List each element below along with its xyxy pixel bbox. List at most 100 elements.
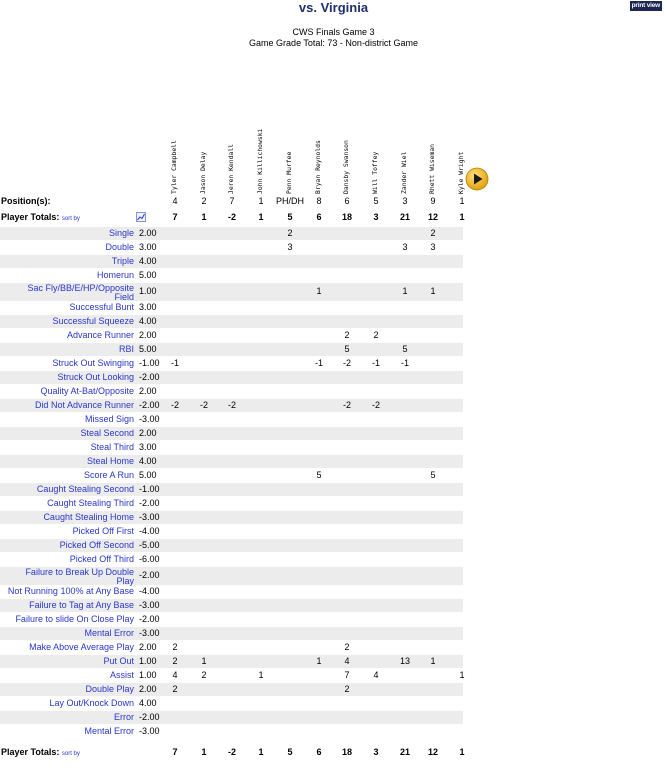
- stat-row: Mental Error -3.00: [0, 627, 463, 640]
- stat-label[interactable]: Picked Off Third: [70, 553, 134, 566]
- stat-label[interactable]: Mental Error: [84, 725, 134, 738]
- player-cell: -1: [371, 358, 380, 368]
- stat-weight: 4.00: [139, 456, 157, 466]
- stat-label[interactable]: RBI: [119, 343, 134, 356]
- play-icon[interactable]: [465, 167, 489, 191]
- sort-by-link[interactable]: sort by: [62, 216, 80, 222]
- stat-label[interactable]: Score A Run: [84, 469, 134, 482]
- stat-label[interactable]: Successful Squeeze: [52, 315, 134, 328]
- player-name[interactable]: Tyler Campbell: [170, 140, 178, 194]
- stat-label[interactable]: Picked Off First: [73, 525, 134, 538]
- player-cell: 13: [399, 656, 410, 666]
- stat-weight: -1.00: [139, 484, 160, 494]
- stat-row: Successful Bunt 3.00: [0, 301, 463, 314]
- player-cell: 5: [373, 196, 379, 206]
- player-header[interactable]: Zander Wiel: [391, 128, 417, 194]
- stat-label[interactable]: Missed Sign: [85, 413, 134, 426]
- player-name[interactable]: John Killichowski: [256, 129, 264, 194]
- stat-label[interactable]: Caught Stealing Second: [37, 483, 134, 496]
- player-header[interactable]: Penn Murfee: [276, 128, 302, 194]
- player-cell: 1: [258, 196, 264, 206]
- stat-label[interactable]: Steal Home: [87, 455, 134, 468]
- player-cell: 8: [316, 196, 322, 206]
- stat-label[interactable]: Quality At-Bat/Opposite: [40, 385, 134, 398]
- player-cell: 1: [201, 212, 207, 222]
- player-name[interactable]: Rhett Wiseman: [428, 144, 436, 194]
- stat-row: Assist 1.00 4 2 1 7 4 1: [0, 669, 465, 682]
- player-header[interactable]: Jeren Kendall: [218, 128, 244, 194]
- stat-label[interactable]: Error: [114, 711, 134, 724]
- player-cell: 1: [201, 656, 207, 666]
- stat-row: Double 3.00 3 3 3: [0, 241, 463, 254]
- player-cell: 3: [402, 242, 408, 252]
- stat-label[interactable]: Assist: [110, 669, 134, 682]
- totals-label-text: Player Totals:: [1, 747, 60, 757]
- print-view-button[interactable]: print view: [629, 1, 662, 11]
- player-cell: 1: [316, 656, 322, 666]
- stat-label[interactable]: Double Play: [85, 683, 134, 696]
- stat-label[interactable]: Triple: [112, 255, 134, 268]
- player-cell: 12: [427, 212, 438, 222]
- player-cell: 4: [344, 656, 350, 666]
- stat-label[interactable]: Homerun: [97, 269, 134, 282]
- stat-row: Failure to Tag at Any Base -3.00: [0, 599, 463, 612]
- player-name[interactable]: Will Toffey: [371, 152, 379, 194]
- player-cell: 1: [258, 670, 264, 680]
- player-cell: -2: [342, 400, 351, 410]
- player-name[interactable]: Kyle Wright: [457, 152, 465, 194]
- stat-label[interactable]: Struck Out Swinging: [52, 357, 134, 370]
- player-cell: 7: [229, 196, 235, 206]
- player-cell: 1: [459, 196, 465, 206]
- stat-label[interactable]: Struck Out Looking: [57, 371, 134, 384]
- stat-label[interactable]: Put Out: [103, 655, 134, 668]
- stat-weight: 5.00: [139, 470, 157, 480]
- stat-label[interactable]: Mental Error: [84, 627, 134, 640]
- player-cell: 2: [344, 684, 350, 694]
- stat-row: Error -2.00: [0, 711, 463, 724]
- chart-icon[interactable]: [136, 212, 146, 222]
- stat-label[interactable]: Advance Runner: [67, 329, 134, 342]
- player-cell: 7: [344, 670, 350, 680]
- player-header[interactable]: Tyler Campbell: [161, 128, 187, 194]
- stat-label[interactable]: Caught Stealing Home: [43, 511, 134, 524]
- player-cell: 18: [341, 747, 352, 757]
- stat-label[interactable]: Lay Out/Knock Down: [49, 697, 134, 710]
- stat-row: Put Out 1.00 2 1 1 4 13 1: [0, 655, 463, 668]
- player-name[interactable]: Zander Wiel: [400, 152, 408, 194]
- sort-by-link[interactable]: sort by: [62, 751, 80, 757]
- player-cell: 9: [430, 196, 436, 206]
- player-name[interactable]: Jason Delay: [199, 152, 207, 194]
- stat-row: RBI 5.00 5 5: [0, 343, 463, 356]
- player-header[interactable]: Dansby Swanson: [333, 128, 359, 194]
- stat-label[interactable]: Steal Third: [91, 441, 134, 454]
- stat-label[interactable]: Not Running 100% at Any Base: [8, 585, 134, 598]
- stat-label[interactable]: Caught Stealing Third: [47, 497, 134, 510]
- stat-label[interactable]: Double: [105, 241, 134, 254]
- stat-weight: -3.00: [139, 600, 160, 610]
- player-header[interactable]: John Killichowski: [247, 128, 273, 194]
- stat-weight: 3.00: [139, 442, 157, 452]
- stat-row: Quality At-Bat/Opposite 2.00: [0, 385, 463, 398]
- player-name[interactable]: Jeren Kendall: [227, 144, 235, 194]
- stat-weight: 3.00: [139, 242, 157, 252]
- stat-label[interactable]: Steal Second: [80, 427, 134, 440]
- stat-label[interactable]: Picked Off Second: [60, 539, 134, 552]
- player-header[interactable]: Will Toffey: [362, 128, 388, 194]
- player-cell: 5: [430, 470, 436, 480]
- stat-label[interactable]: Successful Bunt: [69, 301, 134, 314]
- stat-label[interactable]: Failure to slide On Close Play: [15, 613, 134, 626]
- stat-label[interactable]: Did Not Advance Runner: [35, 399, 134, 412]
- positions-label: Position(s):: [1, 196, 51, 206]
- player-header[interactable]: Rhett Wiseman: [419, 128, 445, 194]
- stat-label[interactable]: Single: [109, 227, 134, 240]
- stat-row: Steal Second 2.00: [0, 427, 463, 440]
- player-name[interactable]: Dansby Swanson: [342, 140, 350, 194]
- stat-label[interactable]: Make Above Average Play: [29, 641, 134, 654]
- player-name[interactable]: Penn Murfee: [285, 152, 293, 194]
- player-header[interactable]: Jason Delay: [190, 128, 216, 194]
- stat-label[interactable]: Failure to Break Up Double Play: [25, 568, 134, 586]
- stat-label[interactable]: Failure to Tag at Any Base: [29, 599, 134, 612]
- player-name[interactable]: Bryan Reynolds: [314, 140, 322, 194]
- player-header[interactable]: Bryan Reynolds: [305, 128, 331, 194]
- stat-label[interactable]: Sac Fly/BB/E/HP/Opposite Field: [27, 284, 134, 302]
